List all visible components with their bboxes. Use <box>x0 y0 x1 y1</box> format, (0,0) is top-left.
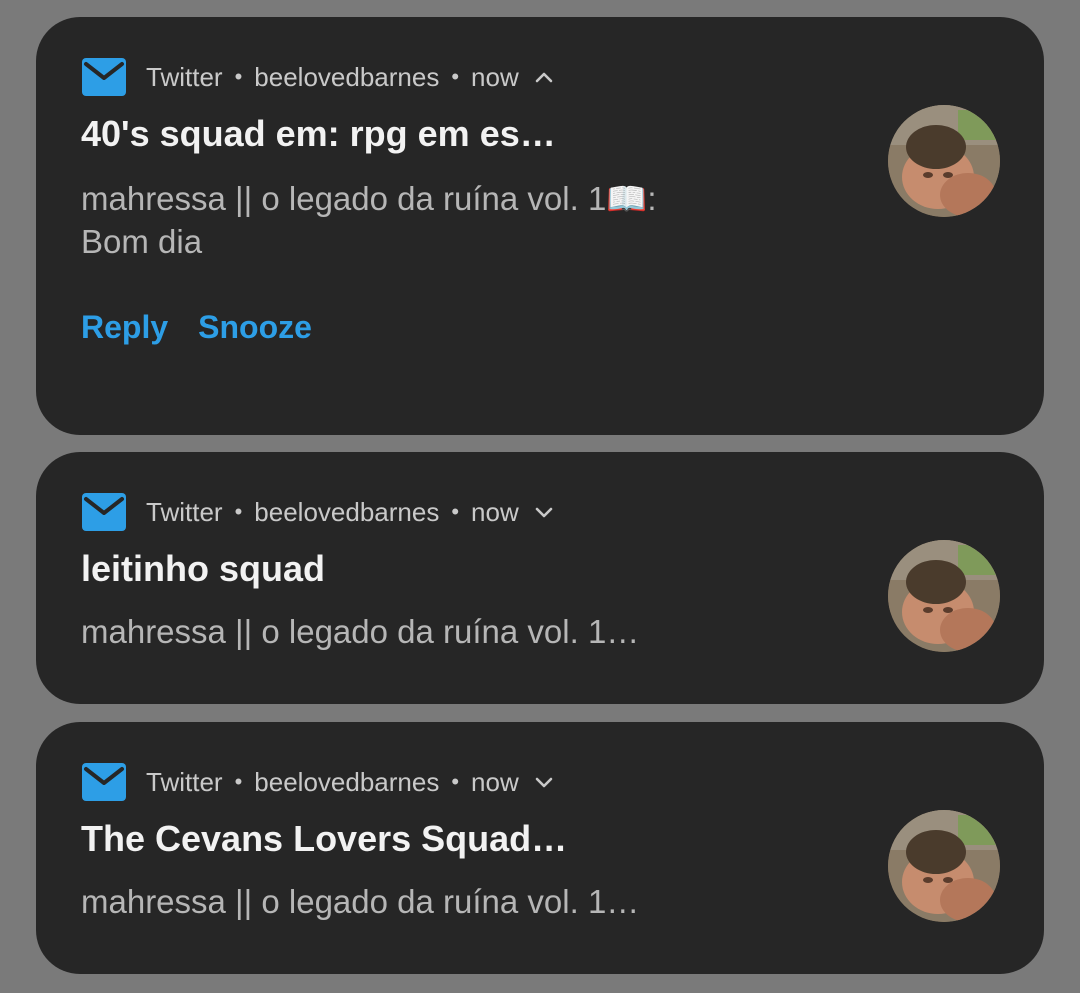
separator-dot: • <box>451 64 460 89</box>
snooze-button[interactable]: Snooze <box>198 309 312 346</box>
chevron-up-icon[interactable] <box>533 66 555 88</box>
notification-card[interactable]: Twitter • beelovedbarnes • now leitinho … <box>36 452 1044 704</box>
notification-card[interactable]: Twitter • beelovedbarnes • now 40's squa… <box>36 17 1044 435</box>
timestamp: now <box>471 766 519 797</box>
timestamp: now <box>471 61 519 92</box>
separator-dot: • <box>234 64 243 89</box>
app-name: Twitter <box>146 61 223 92</box>
mail-icon <box>82 493 126 531</box>
mail-icon <box>82 763 126 801</box>
notification-header: Twitter • beelovedbarnes • now <box>82 762 555 802</box>
chevron-down-icon[interactable] <box>533 771 555 793</box>
avatar <box>888 540 1000 652</box>
separator-dot: • <box>234 769 243 794</box>
notification-title: leitinho squad <box>81 548 326 589</box>
separator-dot: • <box>234 499 243 524</box>
separator-dot: • <box>451 769 460 794</box>
avatar <box>888 105 1000 217</box>
app-name: Twitter <box>146 766 223 797</box>
notification-title: The Cevans Lovers Squad… <box>81 818 568 859</box>
notification-message: mahressa || o legado da ruína vol. 1📖: <box>81 180 657 217</box>
notification-message: mahressa || o legado da ruína vol. 1… <box>81 613 640 650</box>
account-name: beelovedbarnes <box>254 496 440 527</box>
notification-header: Twitter • beelovedbarnes • now <box>82 492 555 532</box>
chevron-down-icon[interactable] <box>533 501 555 523</box>
notification-message: mahressa || o legado da ruína vol. 1… <box>81 883 640 920</box>
timestamp: now <box>471 496 519 527</box>
notification-message-line2: Bom dia <box>81 223 203 260</box>
mail-icon <box>82 58 126 96</box>
app-name: Twitter <box>146 496 223 527</box>
separator-dot: • <box>451 499 460 524</box>
notification-actions: Reply Snooze <box>81 309 312 346</box>
account-name: beelovedbarnes <box>254 766 440 797</box>
account-name: beelovedbarnes <box>254 61 440 92</box>
notification-title: 40's squad em: rpg em es… <box>81 113 556 154</box>
reply-button[interactable]: Reply <box>81 309 168 346</box>
avatar <box>888 810 1000 922</box>
notification-header: Twitter • beelovedbarnes • now <box>82 57 555 97</box>
notification-card[interactable]: Twitter • beelovedbarnes • now The Cevan… <box>36 722 1044 974</box>
